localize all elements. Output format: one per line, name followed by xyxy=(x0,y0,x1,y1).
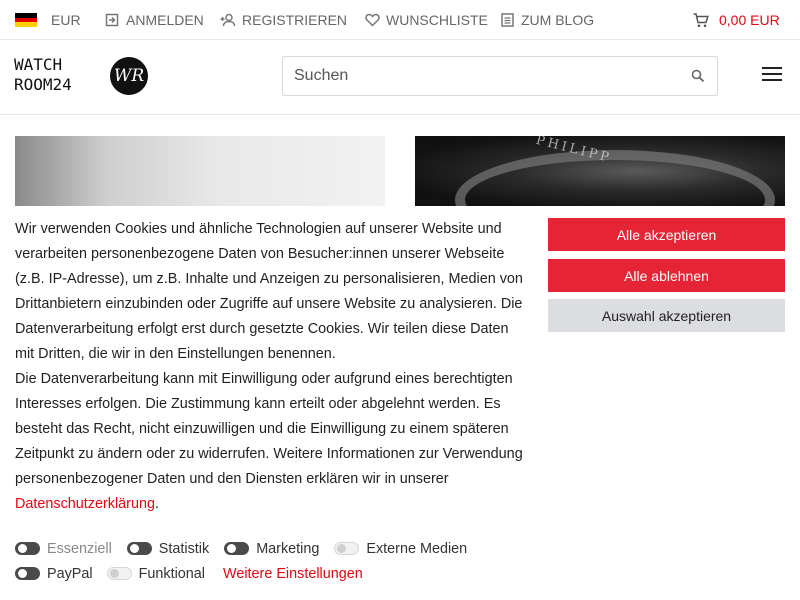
hero-image-left[interactable] xyxy=(15,136,385,206)
watch-bezel xyxy=(455,150,775,206)
toggle-statistics[interactable]: Statistik xyxy=(126,540,210,557)
cookie-text-end: . xyxy=(155,496,159,512)
currency-label: EUR xyxy=(51,12,81,28)
toggle-marketing[interactable]: Marketing xyxy=(224,541,319,557)
toggle-paypal-switch xyxy=(15,567,40,580)
logo-line-2: ROOM24 xyxy=(14,75,72,94)
login-icon xyxy=(104,12,120,28)
wishlist-link[interactable]: WUNSCHLISTE xyxy=(364,0,488,40)
register-link[interactable]: REGISTRIEREN xyxy=(220,0,347,40)
logo-wordmark: WATCH ROOM24 xyxy=(14,55,72,95)
toggle-essential-switch xyxy=(15,542,40,555)
logo-line-1: WATCH xyxy=(14,55,63,74)
more-settings-link[interactable]: Weitere Einstellungen xyxy=(223,566,363,582)
heart-icon xyxy=(364,12,380,28)
cookie-banner: Wir verwenden Cookies und ähnliche Techn… xyxy=(0,206,800,600)
cookie-text-1: Wir verwenden Cookies und ähnliche Techn… xyxy=(15,221,523,362)
login-link[interactable]: ANMELDEN xyxy=(104,0,204,40)
register-icon xyxy=(220,12,236,28)
accept-all-button[interactable]: Alle akzeptieren xyxy=(548,218,785,251)
privacy-policy-link[interactable]: Datenschutzerklärung xyxy=(15,496,155,512)
toggle-external-media-label: Externe Medien xyxy=(366,540,468,557)
register-label: REGISTRIEREN xyxy=(242,12,348,28)
toggle-functional-switch xyxy=(106,567,132,580)
toggle-functional-label: Funktional xyxy=(138,565,206,582)
toggle-essential[interactable]: Essenziell xyxy=(15,541,112,557)
currency-selector[interactable]: EUR xyxy=(15,0,81,40)
hero-image-right[interactable]: PHILIPP xyxy=(415,136,785,206)
blog-link[interactable]: ZUM BLOG xyxy=(499,0,594,40)
blog-label: ZUM BLOG xyxy=(521,12,595,28)
toggle-functional[interactable]: Funktional xyxy=(106,565,206,582)
cookie-text-2: Die Datenverarbeitung kann mit Einwillig… xyxy=(15,371,523,487)
cookie-description: Wir verwenden Cookies und ähnliche Techn… xyxy=(15,217,525,517)
reject-all-button[interactable]: Alle ablehnen xyxy=(548,259,785,292)
toggle-external-media-switch xyxy=(334,542,360,555)
consent-toggles: Essenziell Statistik Marketing Externe M… xyxy=(15,536,467,586)
cart-link[interactable]: 0,00 EUR xyxy=(693,0,780,40)
search-icon xyxy=(691,69,705,83)
logo[interactable]: WATCH ROOM24 WR xyxy=(14,55,148,99)
cart-icon xyxy=(693,12,709,28)
blog-icon xyxy=(499,12,515,28)
cart-total: 0,00 EUR xyxy=(719,12,780,28)
login-label: ANMELDEN xyxy=(126,12,204,28)
search-input[interactable] xyxy=(283,57,673,95)
menu-icon[interactable] xyxy=(762,67,782,83)
top-bar: EUR ANMELDEN REGISTRIEREN WUNSCHLISTE ZU… xyxy=(0,0,800,40)
toggle-statistics-switch xyxy=(126,542,152,555)
toggle-paypal-label: PayPal xyxy=(47,565,93,582)
search-box xyxy=(282,56,718,96)
toggle-external-media[interactable]: Externe Medien xyxy=(334,541,467,557)
header: WATCH ROOM24 WR xyxy=(0,41,800,115)
search-button[interactable] xyxy=(689,67,707,85)
toggle-statistics-label: Statistik xyxy=(158,540,210,557)
toggle-marketing-switch xyxy=(224,542,250,555)
logo-mark: WR xyxy=(110,57,148,95)
germany-flag-icon xyxy=(15,13,37,27)
toggle-marketing-label: Marketing xyxy=(256,540,320,557)
wishlist-label: WUNSCHLISTE xyxy=(386,12,488,28)
accept-selection-button[interactable]: Auswahl akzeptieren xyxy=(548,299,785,332)
toggle-essential-label: Essenziell xyxy=(47,540,112,557)
toggle-paypal[interactable]: PayPal xyxy=(15,566,93,582)
